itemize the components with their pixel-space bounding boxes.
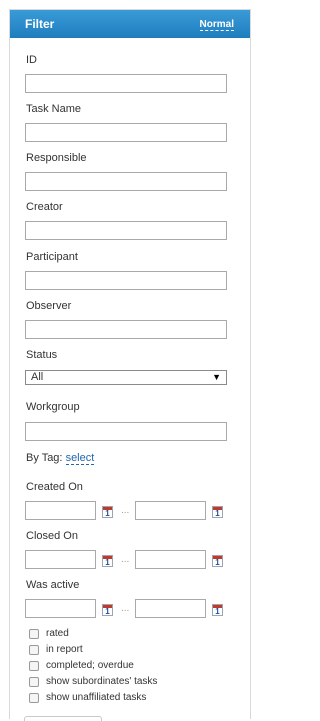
- was-active-from-field[interactable]: [25, 599, 96, 618]
- observer-label: Observer: [26, 300, 72, 312]
- date-range-separator: ...: [121, 505, 130, 516]
- responsible-field[interactable]: [25, 172, 227, 191]
- was-active-to-field[interactable]: [135, 599, 206, 618]
- created-on-label: Created On: [26, 481, 83, 493]
- task-name-field[interactable]: [25, 123, 227, 142]
- tag-row: By Tag: select: [26, 452, 95, 465]
- workgroup-label: Workgroup: [26, 401, 80, 413]
- show-unaffiliated-checkbox-label: show unaffiliated tasks: [46, 692, 147, 703]
- filter-mode-toggle[interactable]: Normal: [199, 19, 234, 31]
- status-label: Status: [26, 349, 58, 361]
- completed-overdue-checkbox[interactable]: [29, 661, 39, 671]
- show-subordinates-checkbox[interactable]: [29, 677, 39, 687]
- calendar-icon[interactable]: 1: [102, 506, 113, 518]
- responsible-label: Responsible: [26, 152, 87, 164]
- closed-on-from-field[interactable]: [25, 550, 96, 569]
- rated-checkbox-label: rated: [46, 628, 69, 639]
- created-on-to-field[interactable]: [135, 501, 206, 520]
- calendar-icon[interactable]: 1: [212, 506, 223, 518]
- dropdown-arrow-icon: ▼: [212, 372, 221, 382]
- apply-button-partial[interactable]: [24, 716, 102, 721]
- calendar-icon[interactable]: 1: [102, 555, 113, 567]
- filter-title: Filter: [25, 17, 55, 31]
- filter-header: Filter Normal: [10, 10, 250, 38]
- completed-overdue-checkbox-label: completed; overdue: [46, 660, 134, 671]
- status-select[interactable]: All ▼: [25, 370, 227, 385]
- tag-label: By Tag:: [26, 452, 63, 464]
- show-unaffiliated-checkbox[interactable]: [29, 693, 39, 703]
- calendar-icon[interactable]: 1: [212, 555, 223, 567]
- participant-field[interactable]: [25, 271, 227, 290]
- created-on-from-field[interactable]: [25, 501, 96, 520]
- closed-on-label: Closed On: [26, 530, 78, 542]
- in-report-checkbox[interactable]: [29, 645, 39, 655]
- participant-label: Participant: [26, 251, 78, 263]
- was-active-label: Was active: [26, 579, 80, 591]
- creator-field[interactable]: [25, 221, 227, 240]
- closed-on-to-field[interactable]: [135, 550, 206, 569]
- id-label: ID: [26, 54, 37, 66]
- creator-label: Creator: [26, 201, 63, 213]
- show-subordinates-checkbox-label: show subordinates' tasks: [46, 676, 158, 687]
- tag-select-link[interactable]: select: [65, 452, 95, 465]
- id-field[interactable]: [25, 74, 227, 93]
- filter-panel: Filter Normal ID Task Name Responsible C…: [9, 9, 251, 721]
- in-report-checkbox-label: in report: [46, 644, 83, 655]
- observer-field[interactable]: [25, 320, 227, 339]
- calendar-icon[interactable]: 1: [102, 604, 113, 616]
- date-range-separator: ...: [121, 554, 130, 565]
- task-name-label: Task Name: [26, 103, 82, 115]
- status-select-value: All: [31, 371, 44, 383]
- workgroup-field[interactable]: [25, 422, 227, 441]
- date-range-separator: ...: [121, 603, 130, 614]
- rated-checkbox[interactable]: [29, 629, 39, 639]
- calendar-icon[interactable]: 1: [212, 604, 223, 616]
